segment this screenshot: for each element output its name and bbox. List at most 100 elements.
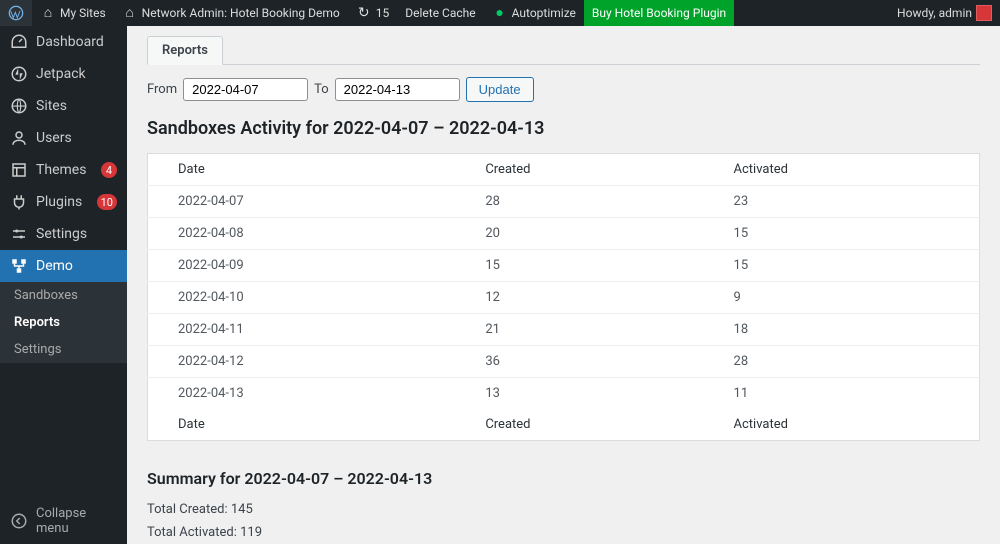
activity-heading: Sandboxes Activity for 2022-04-07 – 2022… — [147, 118, 980, 139]
cell-date: 2022-04-11 — [148, 314, 456, 346]
col-created[interactable]: Created — [455, 154, 703, 186]
to-label: To — [314, 82, 329, 97]
sidebar-item-users[interactable]: Users — [0, 122, 127, 154]
sites-icon — [10, 97, 28, 115]
cell-date: 2022-04-08 — [148, 218, 456, 250]
admin-topbar: ⌂ My Sites ⌂ Network Admin: Hotel Booking … — [0, 0, 1000, 26]
cell-created: 28 — [455, 186, 703, 218]
cell-activated: 23 — [704, 186, 980, 218]
table-row: 2022-04-082015 — [148, 218, 980, 250]
sidebar-item-settings[interactable]: Settings — [0, 218, 127, 250]
avatar — [976, 5, 992, 21]
tab-bar: Reports — [147, 36, 980, 65]
delete-cache[interactable]: Delete Cache — [397, 0, 483, 26]
network-admin-label: Network Admin: Hotel Booking Demo — [142, 6, 340, 20]
autoptimize-label: Autoptimize — [512, 6, 576, 20]
sidebar-item-sites[interactable]: Sites — [0, 90, 127, 122]
jetpack-icon — [10, 65, 28, 83]
network-admin[interactable]: ⌂ Network Admin: Hotel Booking Demo — [114, 0, 348, 26]
col-activated[interactable]: Activated — [704, 154, 980, 186]
cell-date: 2022-04-12 — [148, 346, 456, 378]
submenu-settings[interactable]: Settings — [0, 336, 127, 363]
table-row: 2022-04-091515 — [148, 250, 980, 282]
sidebar-item-label: Themes — [36, 162, 93, 178]
sidebar-item-label: Dashboard — [36, 34, 117, 50]
foot-created: Created — [455, 409, 703, 441]
home-icon: ⌂ — [122, 5, 138, 21]
table-row: 2022-04-112118 — [148, 314, 980, 346]
summary-heading: Summary for 2022-04-07 – 2022-04-13 — [147, 469, 980, 488]
col-date[interactable]: Date — [148, 154, 456, 186]
foot-activated: Activated — [704, 409, 980, 441]
tab-reports[interactable]: Reports — [147, 36, 223, 65]
total-activated: Total Activated: 119 — [147, 525, 980, 540]
demo-icon — [10, 257, 28, 275]
autoptimize[interactable]: ● Autoptimize — [484, 0, 584, 26]
howdy-text: Howdy, admin — [897, 6, 972, 20]
cell-created: 36 — [455, 346, 703, 378]
cell-activated: 15 — [704, 218, 980, 250]
cell-activated: 11 — [704, 378, 980, 410]
sidebar-item-label: Settings — [36, 226, 117, 242]
main-content: Reports From To Update Sandboxes Activit… — [127, 26, 1000, 544]
wp-logo[interactable] — [0, 0, 32, 26]
foot-date: Date — [148, 409, 456, 441]
to-input[interactable] — [335, 78, 460, 101]
sidebar-item-plugins[interactable]: Plugins10 — [0, 186, 127, 218]
cell-activated: 9 — [704, 282, 980, 314]
cell-activated: 18 — [704, 314, 980, 346]
update-badge: 4 — [101, 162, 117, 178]
sidebar-item-demo[interactable]: Demo — [0, 250, 127, 282]
cell-created: 13 — [455, 378, 703, 410]
cell-date: 2022-04-07 — [148, 186, 456, 218]
sidebar-item-dashboard[interactable]: Dashboard — [0, 26, 127, 58]
collapse-menu[interactable]: Collapse menu — [0, 498, 127, 544]
themes-icon — [10, 161, 28, 179]
sidebar-item-label: Demo — [36, 258, 117, 274]
admin-sidebar: Dashboard Jetpack Sites Users Themes 4 Pl… — [0, 26, 127, 544]
update-badge: 10 — [97, 194, 117, 210]
buy-plugin-label: Buy Hotel Booking Plugin — [592, 6, 726, 20]
account-menu[interactable]: Howdy, admin — [889, 0, 1000, 26]
cell-date: 2022-04-09 — [148, 250, 456, 282]
cell-activated: 15 — [704, 250, 980, 282]
sites-icon: ⌂ — [40, 5, 56, 21]
submenu-reports[interactable]: Reports — [0, 309, 127, 336]
collapse-icon — [10, 512, 28, 530]
sidebar-item-label: Sites — [36, 98, 117, 114]
dashboard-icon — [10, 33, 28, 51]
my-sites[interactable]: ⌂ My Sites — [32, 0, 114, 26]
activity-table: Date Created Activated 2022-04-072823202… — [147, 153, 980, 441]
buy-plugin-button[interactable]: Buy Hotel Booking Plugin — [584, 0, 734, 26]
status-dot-icon: ● — [492, 5, 508, 21]
cell-date: 2022-04-10 — [148, 282, 456, 314]
sidebar-item-themes[interactable]: Themes 4 — [0, 154, 127, 186]
table-row: 2022-04-10129 — [148, 282, 980, 314]
date-filters: From To Update — [147, 77, 980, 102]
from-input[interactable] — [183, 78, 308, 101]
table-row: 2022-04-072823 — [148, 186, 980, 218]
revisions[interactable]: ↻ 15 — [348, 0, 398, 26]
revisions-count: 15 — [376, 6, 390, 20]
submenu-sandboxes[interactable]: Sandboxes — [0, 282, 127, 309]
cell-created: 15 — [455, 250, 703, 282]
from-label: From — [147, 82, 177, 97]
update-button[interactable]: Update — [466, 77, 534, 102]
cell-created: 21 — [455, 314, 703, 346]
settings-icon — [10, 225, 28, 243]
sidebar-item-jetpack[interactable]: Jetpack — [0, 58, 127, 90]
table-row: 2022-04-123628 — [148, 346, 980, 378]
plugins-icon — [10, 193, 28, 211]
wordpress-icon — [8, 5, 24, 21]
delete-cache-label: Delete Cache — [405, 6, 475, 20]
cell-created: 12 — [455, 282, 703, 314]
refresh-icon: ↻ — [356, 5, 372, 21]
my-sites-label: My Sites — [60, 6, 106, 20]
cell-created: 20 — [455, 218, 703, 250]
cell-activated: 28 — [704, 346, 980, 378]
total-created: Total Created: 145 — [147, 502, 980, 517]
collapse-label: Collapse menu — [36, 506, 117, 536]
cell-date: 2022-04-13 — [148, 378, 456, 410]
sidebar-item-label: Jetpack — [36, 66, 117, 82]
table-row: 2022-04-131311 — [148, 378, 980, 410]
